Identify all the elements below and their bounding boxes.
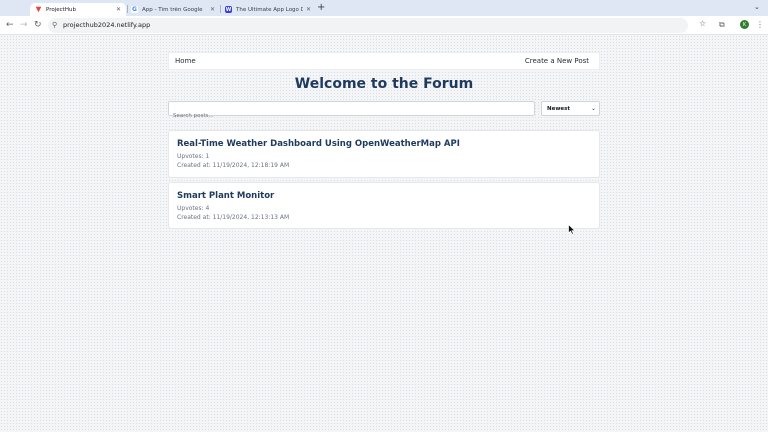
close-tab-icon[interactable]: ✕ [210, 6, 215, 13]
tab-search-chevron-icon[interactable]: ⌄ [754, 3, 760, 11]
post-upvotes: Upvotes: 4 [177, 205, 210, 212]
address-bar[interactable]: ⚲ projecthub2024.netlify.app [48, 18, 688, 33]
post-card[interactable]: Smart Plant Monitor Upvotes: 4 Created a… [168, 182, 600, 229]
chevron-down-icon: ⌄ [590, 105, 596, 112]
mouse-cursor-icon [568, 224, 576, 235]
extensions-puzzle-icon[interactable]: ⧉ [719, 19, 725, 31]
post-created-at: Created at: 11/19/2024, 12:13:13 AM [177, 214, 290, 221]
post-title[interactable]: Smart Plant Monitor [177, 191, 274, 201]
site-icon: W [225, 6, 232, 13]
browser-tab-google[interactable]: G App - Tìm trên Google ✕ [126, 3, 220, 16]
tab-title: ProjectHub [46, 6, 76, 13]
search-field [168, 101, 535, 123]
browser-tab-projecthub[interactable]: ProjectHub ✕ [30, 3, 126, 16]
page-title: Welcome to the Forum [294, 76, 474, 92]
sort-selected-value: Newest [547, 106, 571, 112]
bookmark-star-icon[interactable]: ☆ [699, 19, 706, 28]
forward-arrow-icon[interactable]: → [20, 19, 28, 31]
back-arrow-icon[interactable]: ← [6, 19, 14, 31]
url-text: projecthub2024.netlify.app [63, 21, 151, 29]
tab-title: App - Tìm trên Google [142, 6, 203, 13]
tab-title: The Ultimate App Logo Desi... [236, 6, 303, 13]
search-input[interactable] [169, 109, 534, 123]
page-viewport: Home Create a New Post Welcome to the Fo… [0, 35, 768, 432]
new-tab-plus-icon[interactable]: + [317, 2, 325, 14]
browser-tab-strip: ProjectHub ✕ G App - Tìm trên Google ✕ W… [0, 0, 768, 16]
nav-create-post-link[interactable]: Create a New Post [525, 57, 589, 65]
google-icon: G [131, 6, 138, 13]
profile-avatar[interactable]: K [740, 20, 749, 29]
post-created-at: Created at: 11/19/2024, 12:18:19 AM [177, 162, 290, 169]
site-info-icon[interactable]: ⚲ [52, 21, 57, 29]
post-title[interactable]: Real-Time Weather Dashboard Using OpenWe… [177, 139, 460, 149]
close-tab-icon[interactable]: ✕ [116, 6, 121, 13]
site-navbar: Home Create a New Post [168, 52, 600, 70]
more-menu-icon[interactable]: ⋮ [756, 19, 764, 31]
reload-icon[interactable]: ↻ [34, 19, 42, 31]
nav-home-link[interactable]: Home [175, 57, 196, 65]
sort-select[interactable]: Newest ⌄ [541, 101, 600, 116]
close-tab-icon[interactable]: ✕ [306, 6, 311, 13]
browser-toolbar: ← → ↻ ⚲ projecthub2024.netlify.app ☆ ⧉ K… [0, 16, 768, 35]
vercel-triangle-icon [35, 6, 42, 13]
post-card[interactable]: Real-Time Weather Dashboard Using OpenWe… [168, 130, 600, 178]
post-upvotes: Upvotes: 1 [177, 153, 210, 160]
browser-tab-logo-design[interactable]: W The Ultimate App Logo Desi... ✕ [220, 3, 316, 16]
